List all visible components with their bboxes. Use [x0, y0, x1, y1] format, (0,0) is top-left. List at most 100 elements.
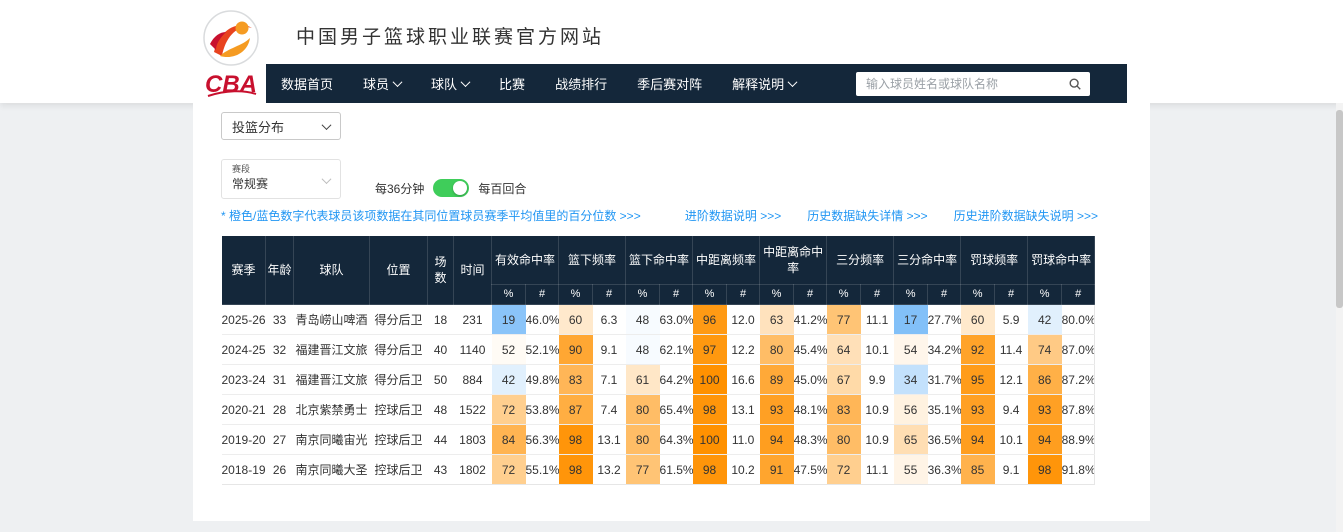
sub-column-header: %: [626, 285, 660, 305]
value-cell: 27.7%: [928, 305, 961, 335]
value-cell: 11.0: [727, 425, 760, 455]
value-cell: 31.7%: [928, 365, 961, 395]
value-cell: 13.2: [593, 455, 626, 485]
age-cell: 33: [266, 305, 294, 335]
games-cell: 43: [428, 455, 454, 485]
sub-column-header: %: [760, 285, 794, 305]
sub-column-header: %: [559, 285, 593, 305]
minutes-cell: 231: [454, 305, 492, 335]
age-cell: 32: [266, 335, 294, 365]
nav-item-1[interactable]: 球员: [348, 64, 416, 103]
nav-item-5[interactable]: 季后赛对阵: [622, 64, 717, 103]
position-cell: 控球后卫: [370, 455, 428, 485]
nav-item-6[interactable]: 解释说明: [717, 64, 811, 103]
nav-item-label: 球员: [363, 74, 389, 93]
percentile-cell: 91: [760, 455, 794, 485]
team-cell: 青岛崂山啤酒: [294, 305, 370, 335]
percentile-cell: 84: [492, 425, 526, 455]
value-cell: 61.5%: [660, 455, 693, 485]
percentile-cell: 98: [693, 455, 727, 485]
percentile-cell: 98: [559, 425, 593, 455]
games-cell: 48: [428, 395, 454, 425]
percentile-cell: 80: [827, 425, 861, 455]
stage-select[interactable]: 赛段 常规赛: [221, 159, 341, 199]
value-cell: 88.9%: [1062, 425, 1095, 455]
percentile-cell: 86: [1028, 365, 1062, 395]
stat-category-select[interactable]: 投篮分布: [221, 112, 341, 140]
table-row: 2019-2027南京同曦宙光控球后卫4418038456.3%9813.180…: [222, 425, 1095, 455]
percentile-cell: 19: [492, 305, 526, 335]
nav-item-label: 比赛: [499, 74, 525, 93]
nav-item-3[interactable]: 比赛: [484, 64, 540, 103]
percentile-cell: 100: [693, 425, 727, 455]
info-link-1[interactable]: 历史数据缺失详情 >>>: [807, 207, 927, 224]
position-cell: 得分后卫: [370, 305, 428, 335]
minutes-cell: 1140: [454, 335, 492, 365]
percentile-cell: 90: [559, 335, 593, 365]
stats-table-wrap: 赛季年龄球队位置场数时间有效命中率篮下频率篮下命中率中距离频率中距离命中率三分频…: [221, 235, 1095, 485]
team-cell: 福建晋江文旅: [294, 335, 370, 365]
column-header: 赛季: [222, 236, 266, 305]
value-cell: 7.1: [593, 365, 626, 395]
stat-group-header: 罚球频率: [961, 236, 1028, 285]
stat-category-value: 投篮分布: [232, 117, 284, 136]
minutes-cell: 884: [454, 365, 492, 395]
position-cell: 控球后卫: [370, 425, 428, 455]
value-cell: 34.2%: [928, 335, 961, 365]
stat-group-header: 篮下频率: [559, 236, 626, 285]
info-link-0[interactable]: 进阶数据说明 >>>: [685, 207, 781, 224]
value-cell: 87.8%: [1062, 395, 1095, 425]
percentile-cell: 34: [894, 365, 928, 395]
value-cell: 9.4: [995, 395, 1028, 425]
value-cell: 53.8%: [526, 395, 559, 425]
age-cell: 28: [266, 395, 294, 425]
value-cell: 64.3%: [660, 425, 693, 455]
sub-column-header: %: [693, 285, 727, 305]
games-cell: 40: [428, 335, 454, 365]
chevron-down-icon: [322, 120, 332, 130]
percentile-cell: 98: [693, 395, 727, 425]
percentile-cell: 83: [827, 395, 861, 425]
value-cell: 11.1: [861, 305, 894, 335]
nav-item-label: 解释说明: [732, 74, 784, 93]
stats-table: 赛季年龄球队位置场数时间有效命中率篮下频率篮下命中率中距离频率中距离命中率三分频…: [221, 235, 1095, 485]
cba-logo: CBA: [196, 8, 266, 102]
value-cell: 35.1%: [928, 395, 961, 425]
rate-mode-toggle[interactable]: [433, 179, 469, 197]
chevron-down-icon: [461, 77, 471, 87]
percentile-cell: 93: [1028, 395, 1062, 425]
value-cell: 10.2: [727, 455, 760, 485]
chevron-down-icon: [788, 77, 798, 87]
stat-group-header: 中距离命中率: [760, 236, 827, 285]
per36-label: 每36分钟: [375, 180, 424, 197]
scrollbar-thumb[interactable]: [1336, 110, 1343, 308]
percentile-cell: 60: [559, 305, 593, 335]
stage-select-label: 赛段: [232, 164, 330, 175]
stat-group-header: 篮下命中率: [626, 236, 693, 285]
value-cell: 12.0: [727, 305, 760, 335]
sub-column-header: %: [492, 285, 526, 305]
table-row: 2020-2128北京紫禁勇士控球后卫4815227253.8%877.4806…: [222, 395, 1095, 425]
player-search-input[interactable]: [864, 76, 1068, 92]
nav-item-label: 数据首页: [281, 74, 333, 93]
percentile-cell: 96: [693, 305, 727, 335]
sub-column-header: #: [794, 285, 827, 305]
nav-item-0[interactable]: 数据首页: [266, 64, 348, 103]
nav-item-4[interactable]: 战绩排行: [540, 64, 622, 103]
minutes-cell: 1802: [454, 455, 492, 485]
value-cell: 91.8%: [1062, 455, 1095, 485]
season-cell: 2024-25: [222, 335, 266, 365]
value-cell: 10.1: [861, 335, 894, 365]
column-header: 时间: [454, 236, 492, 305]
info-link-2[interactable]: 历史进阶数据缺失说明 >>>: [954, 207, 1098, 224]
scrollbar-track[interactable]: [1336, 103, 1343, 532]
value-cell: 12.2: [727, 335, 760, 365]
player-search-box[interactable]: [856, 72, 1090, 96]
stat-group-header: 有效命中率: [492, 236, 559, 285]
value-cell: 6.3: [593, 305, 626, 335]
minutes-cell: 1803: [454, 425, 492, 455]
nav-item-2[interactable]: 球队: [416, 64, 484, 103]
percentile-legend[interactable]: * 橙色/蓝色数字代表球员该项数据在其同位置球员赛季平均值里的百分位数 >>>: [221, 207, 641, 224]
search-icon[interactable]: [1068, 77, 1082, 91]
sub-column-header: #: [660, 285, 693, 305]
